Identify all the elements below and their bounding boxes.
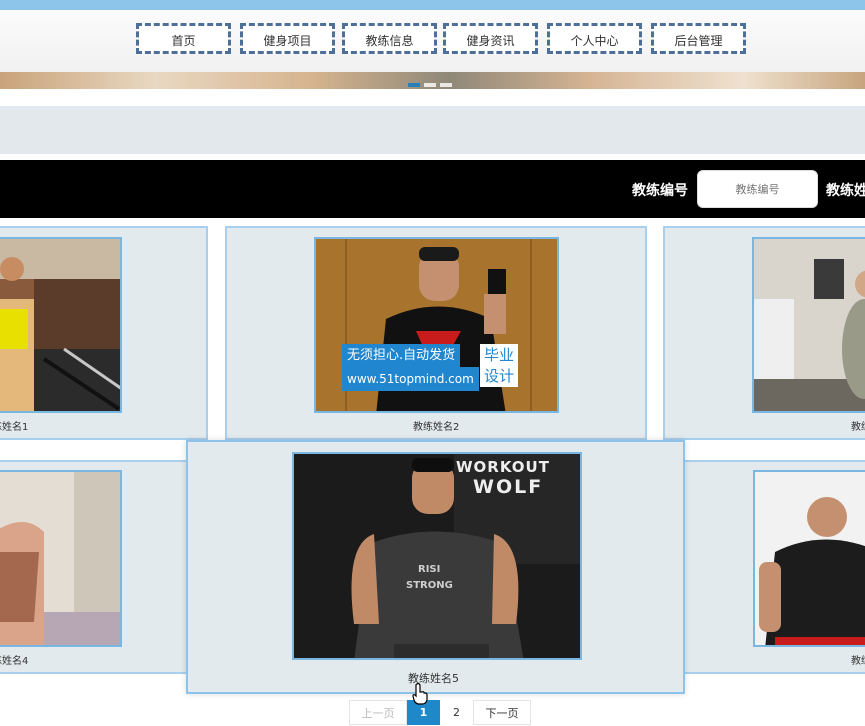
nav-fitness-projects[interactable]: 健身项目	[240, 23, 335, 54]
watermark-line1: 无须担心.自动发货	[342, 344, 461, 368]
hand-pointer-icon	[412, 683, 428, 705]
nav-home[interactable]: 首页	[136, 23, 231, 54]
shirt-text-2: STRONG	[406, 580, 453, 591]
coach-card[interactable]: 教练	[663, 226, 865, 440]
nav-personal-center[interactable]: 个人中心	[547, 23, 642, 54]
photo-workout-text: WORKOUT	[456, 458, 550, 476]
watermark-tag2: 设计	[480, 365, 519, 387]
coach-card[interactable]: 无须担心.自动发货 www.51topmind.com 毕业 设计 教练姓名2	[225, 226, 647, 440]
main-navigation: 首页 健身项目 教练信息 健身资讯 个人中心 后台管理	[0, 10, 865, 72]
top-accent-strip	[0, 0, 865, 10]
coach-id-label: 教练编号	[632, 183, 688, 199]
prev-page-button[interactable]: 上一页	[349, 700, 407, 725]
banner-carousel[interactable]	[0, 72, 865, 89]
coach-card[interactable]: 教练	[663, 460, 865, 674]
coach-id-input[interactable]	[697, 170, 818, 208]
coach-photo[interactable]	[753, 470, 865, 647]
coach-name: 教练姓名2	[413, 422, 460, 433]
coach-photo[interactable]	[0, 470, 122, 647]
coach-photo-4	[0, 472, 120, 645]
watermark-tag1: 毕业	[480, 344, 519, 366]
nav-fitness-news[interactable]: 健身资讯	[443, 23, 538, 54]
nav-admin[interactable]: 后台管理	[651, 23, 746, 54]
carousel-dot[interactable]	[408, 83, 420, 87]
coach-card[interactable]: 练姓名4	[0, 460, 208, 674]
gym-photo-1	[0, 239, 120, 411]
coach-name: 练姓名1	[0, 422, 29, 433]
section-spacer	[0, 106, 865, 154]
carousel-indicators	[408, 72, 456, 87]
coach-name-label: 教练姓	[826, 183, 865, 199]
watermark-line2: www.51topmind.com	[342, 367, 479, 391]
search-bar: 教练编号 教练姓	[0, 160, 865, 218]
carousel-dot[interactable]	[440, 83, 452, 87]
shirt-text-1: RISI	[418, 564, 441, 575]
coach-card-hovered[interactable]: WORKOUT WOLF RISI STRONG 教练姓名5	[186, 440, 685, 694]
coach-photo-6	[755, 472, 865, 645]
coach-photo[interactable]	[752, 237, 865, 413]
next-page-button[interactable]: 下一页	[473, 700, 531, 725]
coach-name: 教练	[851, 422, 865, 433]
coach-photo-3	[754, 239, 865, 411]
page-2-button[interactable]: 2	[440, 700, 473, 725]
nav-coach-info[interactable]: 教练信息	[342, 23, 437, 54]
coach-name: 教练	[851, 656, 865, 667]
coach-card[interactable]: 练姓名1	[0, 226, 208, 440]
photo-wolf-text: WOLF	[473, 476, 544, 498]
coach-name: 练姓名4	[0, 656, 29, 667]
coach-photo[interactable]	[0, 237, 122, 413]
carousel-dot[interactable]	[424, 83, 436, 87]
